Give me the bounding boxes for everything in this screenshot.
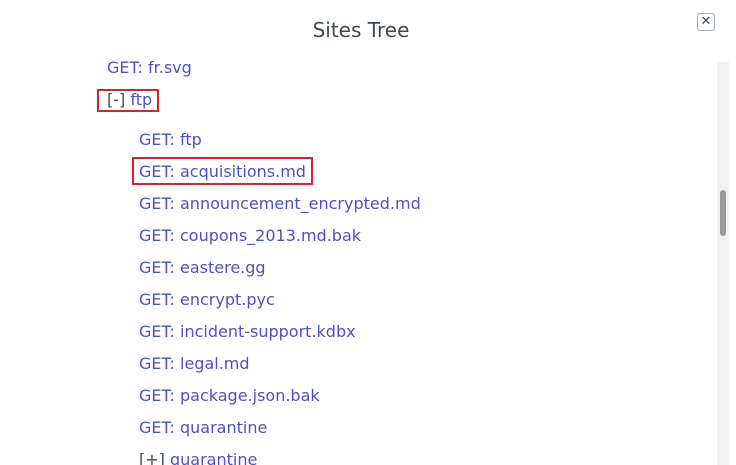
tree-item-announcement[interactable]: GET: announcement_encrypted.md xyxy=(139,194,421,214)
tree-item-incident-support[interactable]: GET: incident-support.kdbx xyxy=(139,322,356,342)
vertical-scrollbar[interactable] xyxy=(717,62,729,465)
tree-item-coupons[interactable]: GET: coupons_2013.md.bak xyxy=(139,226,361,246)
tree-item-acquisitions[interactable]: GET: acquisitions.md xyxy=(139,162,306,182)
tree-item-eastere[interactable]: GET: eastere.gg xyxy=(139,258,266,278)
tree-folder-ftp[interactable]: [-] ftp xyxy=(107,90,152,110)
collapse-toggle[interactable]: [-] xyxy=(107,90,125,109)
tree-item-legal[interactable]: GET: legal.md xyxy=(139,354,250,374)
tree-item-package-json[interactable]: GET: package.json.bak xyxy=(139,386,320,406)
tree-folder-quarantine[interactable]: [+] quarantine xyxy=(139,450,257,465)
tree-item-quarantine[interactable]: GET: quarantine xyxy=(139,418,267,438)
tree-item-ftp[interactable]: GET: ftp xyxy=(139,130,202,150)
sites-tree-dialog: Sites Tree ✕ GET: fr.svg [-] ftp GET: ft… xyxy=(0,0,736,465)
sites-tree: GET: fr.svg [-] ftp GET: ftp GET: acquis… xyxy=(0,52,716,465)
tree-item-fr-svg[interactable]: GET: fr.svg xyxy=(107,58,192,78)
folder-label: quarantine xyxy=(169,450,258,465)
folder-label: ftp xyxy=(130,90,153,109)
expand-toggle[interactable]: [+] xyxy=(139,450,165,465)
close-icon: ✕ xyxy=(700,14,712,29)
tree-item-encrypt[interactable]: GET: encrypt.pyc xyxy=(139,290,275,310)
close-button[interactable]: ✕ xyxy=(697,13,715,31)
scrollbar-thumb[interactable] xyxy=(720,190,726,236)
dialog-title: Sites Tree xyxy=(312,18,410,42)
